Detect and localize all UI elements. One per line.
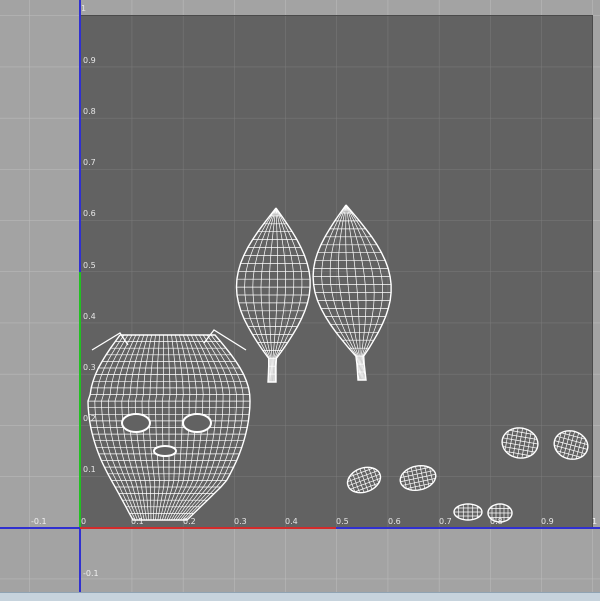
u-tick-label: -0.1 <box>31 517 47 526</box>
u-tick-label: 1 <box>592 517 597 526</box>
uv-texture-editor-viewport[interactable]: 1 0.9 0.8 0.7 0.6 0.5 0.4 0.3 0.2 0.1 -0… <box>0 0 600 601</box>
u-tick-label: 0.5 <box>336 517 349 526</box>
v-tick-label: 1 <box>81 4 86 13</box>
v-tick-label: 0.7 <box>83 158 96 167</box>
tooth-shell-2[interactable] <box>487 503 513 523</box>
v-tick-label: 0.9 <box>83 56 96 65</box>
v-tick-label: 0.8 <box>83 107 96 116</box>
uv-canvas[interactable]: 1 0.9 0.8 0.7 0.6 0.5 0.4 0.3 0.2 0.1 -0… <box>0 0 600 592</box>
v-tick-label: 0.4 <box>83 312 96 321</box>
u-tick-label: 0.7 <box>439 517 452 526</box>
v-tick-label: -0.1 <box>83 569 99 578</box>
v-tick-label: 0.3 <box>83 363 96 372</box>
u-tick-label: 0.6 <box>388 517 401 526</box>
v-tick-label: 0.1 <box>83 465 96 474</box>
u-tick-label: 0.4 <box>285 517 298 526</box>
v-tick-label: 0.6 <box>83 209 96 218</box>
v-tick-label: 0.5 <box>83 261 96 270</box>
tooth-shell-1[interactable] <box>453 503 483 521</box>
u-tick-label: 0.9 <box>541 517 554 526</box>
u-tick-label: 0 <box>81 517 86 526</box>
u-tick-label: 0.3 <box>234 517 247 526</box>
